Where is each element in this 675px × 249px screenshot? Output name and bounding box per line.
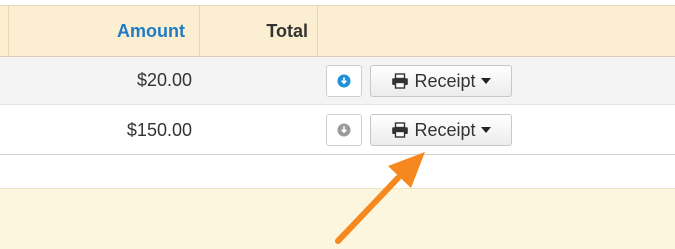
receipt-label: Receipt (414, 70, 476, 91)
printer-icon (391, 122, 409, 138)
download-button[interactable] (326, 114, 362, 146)
caret-down-icon (480, 127, 491, 133)
payments-table-view: Amount Total $20.00 Receipt $150.00 Rece… (0, 0, 675, 249)
receipt-label: Receipt (414, 119, 476, 140)
receipt-dropdown-button[interactable]: Receipt (370, 65, 512, 97)
download-circle-icon (337, 123, 351, 137)
column-header-amount[interactable]: Amount (9, 6, 200, 56)
caret-down-icon (480, 78, 491, 84)
table-footer-band (0, 188, 675, 249)
download-button[interactable] (326, 65, 362, 97)
table-spacer (0, 155, 675, 188)
column-header-actions (318, 6, 675, 56)
table-row: $150.00 Receipt (0, 106, 675, 155)
header-cell-leading (0, 6, 9, 56)
receipt-dropdown-button[interactable]: Receipt (370, 114, 512, 146)
table-header: Amount Total (0, 5, 675, 57)
amount-cell: $20.00 (136, 70, 192, 90)
printer-icon (391, 73, 409, 89)
table-row: $20.00 Receipt (0, 57, 675, 105)
column-header-total: Total (200, 6, 318, 56)
download-circle-icon (337, 74, 351, 88)
amount-cell: $150.00 (126, 119, 192, 140)
